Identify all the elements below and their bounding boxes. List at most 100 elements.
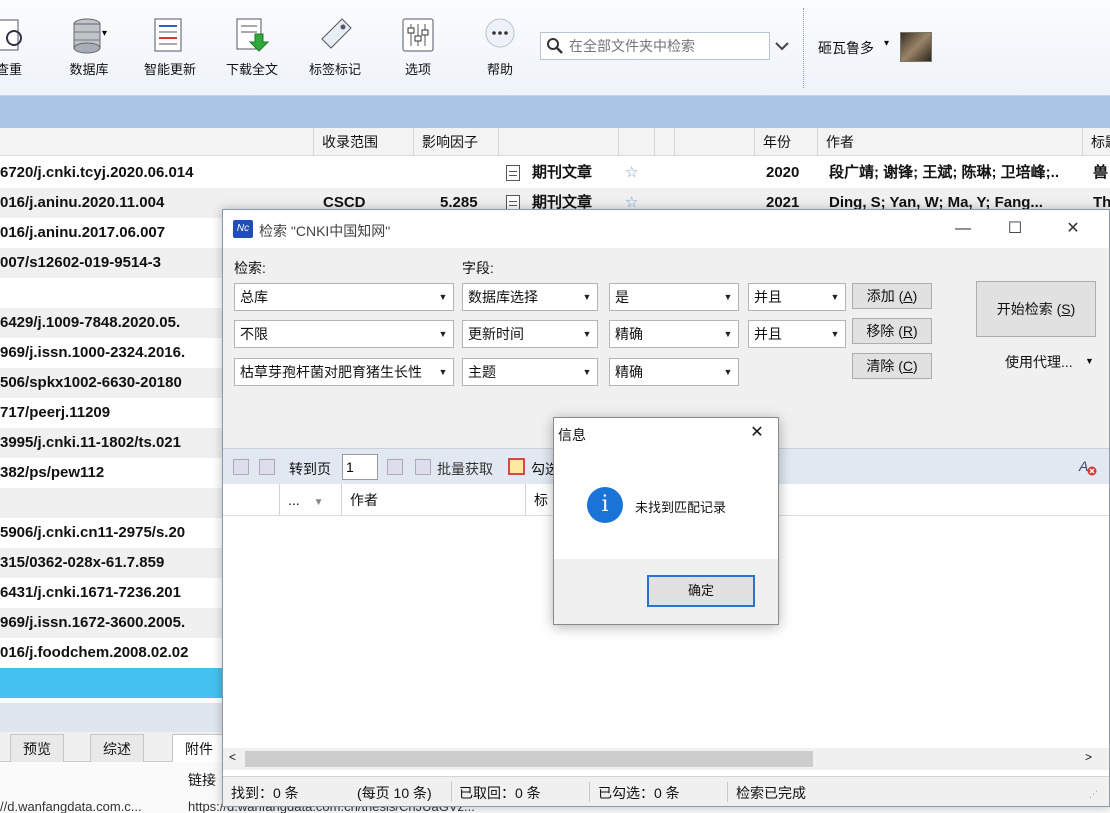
database-scope-select[interactable]: 总库 ▼ (234, 283, 454, 311)
column-header-extra[interactable] (674, 128, 754, 156)
column-header-blank[interactable] (654, 128, 674, 156)
clear-conditions-button[interactable]: 清除 (C) (852, 353, 932, 379)
maximize-icon[interactable]: ☐ (995, 216, 1035, 242)
database-button[interactable]: ▾ 数据库 (54, 16, 124, 82)
logic-select[interactable]: 并且 ▼ (748, 283, 846, 311)
resize-grip-icon[interactable]: ⋰ (1089, 789, 1098, 800)
page-number-input[interactable] (342, 454, 378, 480)
hotkey: A (903, 288, 913, 304)
user-menu-caret-icon[interactable]: ▾ (884, 38, 889, 49)
download-fulltext-button[interactable]: 下载全文 (217, 16, 287, 82)
hotkey: R (902, 323, 913, 339)
time-range-select[interactable]: 不限 ▼ (234, 320, 454, 348)
field-select[interactable]: 更新时间 ▼ (462, 320, 598, 348)
library-search-box[interactable] (540, 32, 770, 60)
column-header-coverage[interactable]: 收录范围 (313, 128, 413, 156)
match-select[interactable]: 精确 ▼ (609, 358, 739, 386)
scrollbar-thumb[interactable] (245, 751, 813, 767)
column-header-type[interactable] (498, 128, 618, 156)
tab-preview[interactable]: 预览 (10, 734, 64, 762)
detail-tabs: 预览 综述 附件 (0, 732, 230, 762)
dedupe-button[interactable]: 查重 (0, 16, 44, 82)
help-bubble-icon (481, 16, 519, 54)
close-icon[interactable]: ✕ (746, 422, 768, 442)
cell-doi: 6429/j.1009-7848.2020.05. (0, 314, 181, 331)
select-value: 不限 (240, 326, 268, 342)
table-row[interactable]: 6720/j.cnki.tcyj.2020.06.014 期刊文章 ☆ 2020 段广靖… (0, 158, 1110, 188)
logic-select[interactable]: 并且 ▼ (748, 320, 846, 348)
cell-doi: 007/s12602-019-9514-3 (0, 254, 161, 271)
use-proxy-menu[interactable]: 使用代理... (1005, 352, 1073, 372)
column-header-author[interactable]: 作者 (341, 484, 525, 516)
link-url[interactable]: //d.wanfangdata.com.c... (0, 799, 142, 813)
batch-fetch-icon[interactable] (415, 459, 431, 475)
svg-text:▾: ▾ (102, 28, 107, 39)
options-button[interactable]: 选项 (383, 16, 453, 82)
batch-fetch-button[interactable]: 批量获取 (437, 459, 493, 479)
cell-doi: 969/j.issn.1672-3600.2005. (0, 614, 186, 631)
cell-star[interactable]: ☆ (625, 158, 638, 188)
start-search-button[interactable]: 开始检索 (S) (976, 281, 1096, 337)
go-page-icon[interactable] (387, 459, 403, 475)
next-page-icon[interactable] (259, 459, 275, 475)
table-header: 收录范围 影响因子 年份 作者 标题 (0, 128, 1110, 156)
button-label: 移除 (866, 323, 895, 339)
cell-doi: 016/j.aninu.2017.06.007 (0, 224, 166, 241)
divider (727, 782, 728, 802)
field-select[interactable]: 主题 ▼ (462, 358, 598, 386)
search-term-combo[interactable]: 枯草芽孢杆菌对肥育猪生长性 ▼ (234, 358, 454, 386)
match-select[interactable]: 精确 ▼ (609, 320, 739, 348)
info-dialog: 信息 ✕ i 未找到匹配记录 确定 (553, 417, 779, 625)
remove-condition-button[interactable]: 移除 (R) (852, 318, 932, 344)
column-header-title[interactable]: 标题 (1082, 128, 1110, 156)
column-header-year[interactable]: 年份 (754, 128, 817, 156)
horizontal-scrollbar[interactable]: < > (223, 748, 1109, 770)
tab-attachments[interactable]: 附件 (172, 734, 226, 762)
add-condition-button[interactable]: 添加 (A) (852, 283, 932, 309)
checkbox-select-icon[interactable] (508, 458, 525, 475)
tab-summary[interactable]: 综述 (90, 734, 144, 762)
library-search-input[interactable] (569, 36, 764, 56)
smart-update-button[interactable]: 智能更新 (135, 16, 205, 82)
field-label: 字段: (462, 260, 494, 276)
clear-filter-icon[interactable]: A (1078, 457, 1098, 477)
select-value: 并且 (754, 326, 782, 342)
ok-button[interactable]: 确定 (647, 575, 755, 607)
header-label: ... (288, 492, 300, 508)
prev-page-icon[interactable] (233, 459, 249, 475)
dropdown-arrow-icon: ▼ (830, 329, 840, 339)
user-name[interactable]: 砸瓦鲁多 (818, 38, 874, 58)
select-value: 数据库选择 (468, 289, 538, 305)
window-titlebar[interactable]: Nc 检索 "CNKI中国知网" — ☐ ✕ (223, 210, 1109, 248)
column-header-impact-factor[interactable]: 影响因子 (413, 128, 498, 156)
magnifier-doc-icon (0, 16, 28, 54)
select-value: 并且 (754, 289, 782, 305)
scroll-left-icon[interactable]: < (229, 750, 236, 764)
search-state: 检索已完成 (736, 785, 806, 801)
found-count: 找到：0 条 (231, 785, 299, 801)
cell-doi: 506/spkx1002-6630-20180 (0, 374, 182, 391)
sort-arrow-icon: ▼ (313, 497, 324, 508)
select-value: 主题 (468, 364, 496, 380)
chevron-down-icon[interactable]: ▼ (1085, 356, 1094, 366)
minimize-icon[interactable]: — (943, 216, 983, 242)
tag-mark-button[interactable]: 标签标记 (300, 16, 370, 82)
search-icon (546, 37, 564, 55)
dropdown-arrow-icon: ▼ (723, 367, 733, 377)
avatar[interactable] (900, 32, 932, 62)
column-header-author[interactable]: 作者 (817, 128, 1082, 156)
column-header-star[interactable] (618, 128, 654, 156)
close-icon[interactable]: ✕ (1053, 216, 1093, 242)
dialog-footer: 确定 (554, 559, 778, 624)
cell-doi: 016/j.aninu.2020.11.004 (0, 194, 165, 211)
field-select[interactable]: 数据库选择 ▼ (462, 283, 598, 311)
help-button[interactable]: 帮助 (465, 16, 535, 82)
button-label: 清除 (866, 358, 895, 374)
folder-breadcrumb-bar (0, 96, 1110, 128)
select-value: 是 (615, 289, 629, 305)
scroll-right-icon[interactable]: > (1085, 750, 1092, 764)
column-header-more[interactable]: ... ▼ (279, 484, 341, 516)
chevron-down-icon[interactable] (772, 38, 792, 54)
match-select[interactable]: 是 ▼ (609, 283, 739, 311)
select-value: 精确 (615, 326, 643, 342)
